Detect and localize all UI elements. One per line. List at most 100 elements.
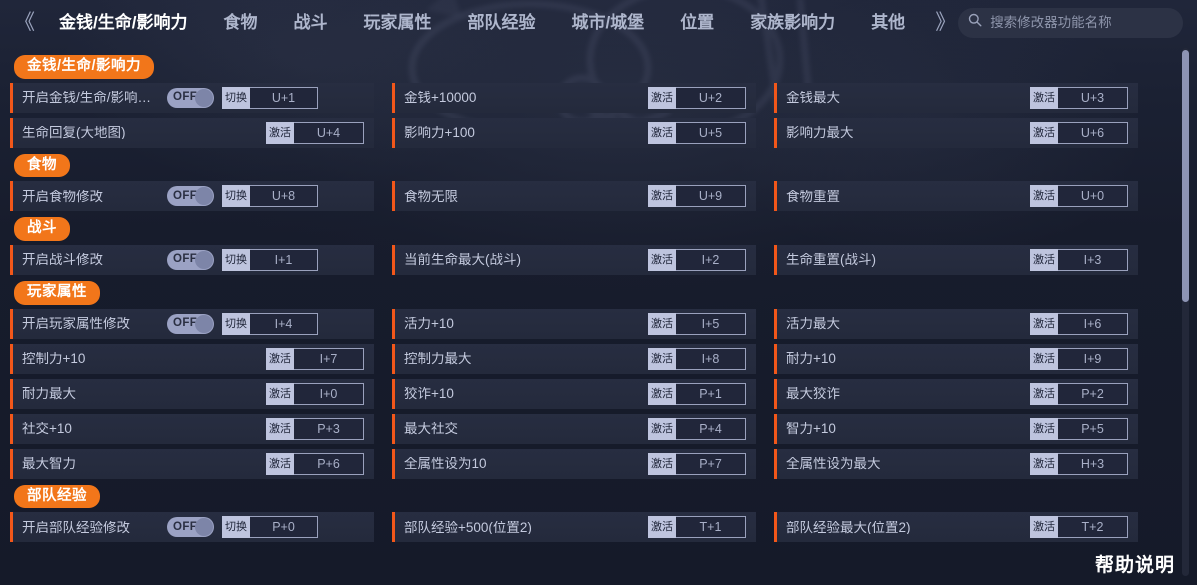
vertical-scrollbar[interactable] [1182, 48, 1189, 576]
hotkey-binding[interactable]: P+5 [1058, 417, 1128, 440]
hotkey-binding[interactable]: U+0 [1058, 185, 1128, 208]
hotkey-widget[interactable]: 激活 P+6 [266, 452, 364, 475]
cheat-row[interactable]: 金钱最大 激活 U+3 [774, 82, 1138, 113]
hotkey-widget[interactable]: 切换 U+8 [222, 185, 318, 208]
search-input[interactable] [990, 15, 1173, 30]
hotkey-binding[interactable]: I+9 [1058, 347, 1128, 370]
tab-item[interactable]: 位置 [662, 14, 732, 31]
hotkey-binding[interactable]: P+2 [1058, 382, 1128, 405]
hotkey-binding[interactable]: P+0 [250, 516, 318, 539]
cheat-row[interactable]: 智力+10 激活 P+5 [774, 413, 1138, 444]
hotkey-widget[interactable]: 激活 I+5 [648, 312, 746, 335]
cheat-row[interactable]: 影响力最大 激活 U+6 [774, 117, 1138, 148]
tab-item[interactable]: 玩家属性 [345, 14, 449, 31]
hotkey-widget[interactable]: 激活 P+4 [648, 417, 746, 440]
hotkey-binding[interactable]: I+8 [676, 347, 746, 370]
hotkey-binding[interactable]: H+3 [1058, 452, 1128, 475]
hotkey-binding[interactable]: U+5 [676, 121, 746, 144]
hotkey-widget[interactable]: 激活 T+2 [1030, 516, 1128, 539]
hotkey-widget[interactable]: 激活 U+5 [648, 121, 746, 144]
hotkey-binding[interactable]: U+1 [250, 86, 318, 109]
hotkey-binding[interactable]: P+1 [676, 382, 746, 405]
hotkey-binding[interactable]: U+4 [294, 121, 364, 144]
hotkey-binding[interactable]: P+4 [676, 417, 746, 440]
hotkey-widget[interactable]: 激活 T+1 [648, 516, 746, 539]
hotkey-widget[interactable]: 激活 I+0 [266, 382, 364, 405]
toggle-knob[interactable] [195, 314, 213, 333]
hotkey-binding[interactable]: U+9 [676, 185, 746, 208]
toggle-switch[interactable]: OFF [167, 87, 214, 108]
cheat-row[interactable]: 开启部队经验修改 OFF 切换 P+0 [10, 512, 374, 543]
chevron-right-double-icon[interactable]: 》 [923, 12, 958, 33]
cheat-row[interactable]: 生命回复(大地图) 激活 U+4 [10, 117, 374, 148]
hotkey-widget[interactable]: 激活 I+3 [1030, 249, 1128, 272]
toggle-switch[interactable]: OFF [167, 186, 214, 207]
hotkey-widget[interactable]: 激活 I+9 [1030, 347, 1128, 370]
hotkey-binding[interactable]: I+3 [1058, 249, 1128, 272]
hotkey-binding[interactable]: I+1 [250, 249, 318, 272]
tab-item[interactable]: 城市/城堡 [553, 14, 662, 31]
cheat-row[interactable]: 狡诈+10 激活 P+1 [392, 378, 756, 409]
cheat-row[interactable]: 活力+10 激活 I+5 [392, 308, 756, 339]
cheat-row[interactable]: 开启金钱/生命/影响力... OFF 切换 U+1 [10, 82, 374, 113]
hotkey-widget[interactable]: 激活 P+7 [648, 452, 746, 475]
hotkey-binding[interactable]: U+2 [676, 86, 746, 109]
hotkey-binding[interactable]: U+3 [1058, 86, 1128, 109]
hotkey-widget[interactable]: 激活 I+7 [266, 347, 364, 370]
toggle-knob[interactable] [195, 187, 213, 206]
hotkey-widget[interactable]: 切换 I+1 [222, 249, 318, 272]
cheat-row[interactable]: 金钱+10000 激活 U+2 [392, 82, 756, 113]
hotkey-binding[interactable]: I+2 [676, 249, 746, 272]
tab-item[interactable]: 家族影响力 [732, 14, 853, 31]
hotkey-binding[interactable]: U+6 [1058, 121, 1128, 144]
hotkey-widget[interactable]: 激活 U+9 [648, 185, 746, 208]
hotkey-widget[interactable]: 激活 I+2 [648, 249, 746, 272]
tab-item[interactable]: 战斗 [275, 14, 345, 31]
cheat-row[interactable]: 全属性设为10 激活 P+7 [392, 448, 756, 479]
toggle-knob[interactable] [195, 251, 213, 270]
toggle-knob[interactable] [195, 518, 213, 537]
hotkey-widget[interactable]: 激活 U+0 [1030, 185, 1128, 208]
cheat-row[interactable]: 当前生命最大(战斗) 激活 I+2 [392, 245, 756, 276]
cheat-row[interactable]: 社交+10 激活 P+3 [10, 413, 374, 444]
chevron-left-double-icon[interactable]: 《 [8, 12, 41, 33]
cheat-row[interactable]: 部队经验+500(位置2) 激活 T+1 [392, 512, 756, 543]
hotkey-widget[interactable]: 激活 P+5 [1030, 417, 1128, 440]
cheat-row[interactable]: 最大智力 激活 P+6 [10, 448, 374, 479]
hotkey-widget[interactable]: 激活 H+3 [1030, 452, 1128, 475]
hotkey-binding[interactable]: T+2 [1058, 516, 1128, 539]
hotkey-binding[interactable]: I+5 [676, 312, 746, 335]
tab-item[interactable]: 其他 [853, 14, 923, 31]
cheat-row[interactable]: 食物重置 激活 U+0 [774, 181, 1138, 212]
hotkey-binding[interactable]: I+7 [294, 347, 364, 370]
cheat-row[interactable]: 开启玩家属性修改 OFF 切换 I+4 [10, 308, 374, 339]
hotkey-binding[interactable]: P+3 [294, 417, 364, 440]
toggle-switch[interactable]: OFF [167, 250, 214, 271]
hotkey-widget[interactable]: 激活 U+4 [266, 121, 364, 144]
cheat-row[interactable]: 影响力+100 激活 U+5 [392, 117, 756, 148]
hotkey-binding[interactable]: P+6 [294, 452, 364, 475]
tab-item[interactable]: 食物 [205, 14, 275, 31]
cheat-row[interactable]: 部队经验最大(位置2) 激活 T+2 [774, 512, 1138, 543]
cheat-row[interactable]: 控制力+10 激活 I+7 [10, 343, 374, 374]
toggle-knob[interactable] [195, 88, 213, 107]
hotkey-widget[interactable]: 激活 I+6 [1030, 312, 1128, 335]
cheat-row[interactable]: 生命重置(战斗) 激活 I+3 [774, 245, 1138, 276]
cheat-row[interactable]: 开启食物修改 OFF 切换 U+8 [10, 181, 374, 212]
search-box[interactable] [958, 7, 1183, 38]
toggle-switch[interactable]: OFF [167, 313, 214, 334]
cheat-row[interactable]: 开启战斗修改 OFF 切换 I+1 [10, 245, 374, 276]
hotkey-widget[interactable]: 切换 U+1 [222, 86, 318, 109]
hotkey-binding[interactable]: P+7 [676, 452, 746, 475]
tab-item[interactable]: 金钱/生命/影响力 [41, 14, 205, 31]
hotkey-binding[interactable]: I+0 [294, 382, 364, 405]
hotkey-widget[interactable]: 激活 P+1 [648, 382, 746, 405]
hotkey-widget[interactable]: 激活 U+3 [1030, 86, 1128, 109]
hotkey-widget[interactable]: 激活 U+2 [648, 86, 746, 109]
cheat-row[interactable]: 耐力+10 激活 I+9 [774, 343, 1138, 374]
cheat-row[interactable]: 活力最大 激活 I+6 [774, 308, 1138, 339]
tab-item[interactable]: 部队经验 [449, 14, 553, 31]
hotkey-widget[interactable]: 切换 P+0 [222, 516, 318, 539]
hotkey-widget[interactable]: 激活 P+2 [1030, 382, 1128, 405]
toggle-switch[interactable]: OFF [167, 517, 214, 538]
